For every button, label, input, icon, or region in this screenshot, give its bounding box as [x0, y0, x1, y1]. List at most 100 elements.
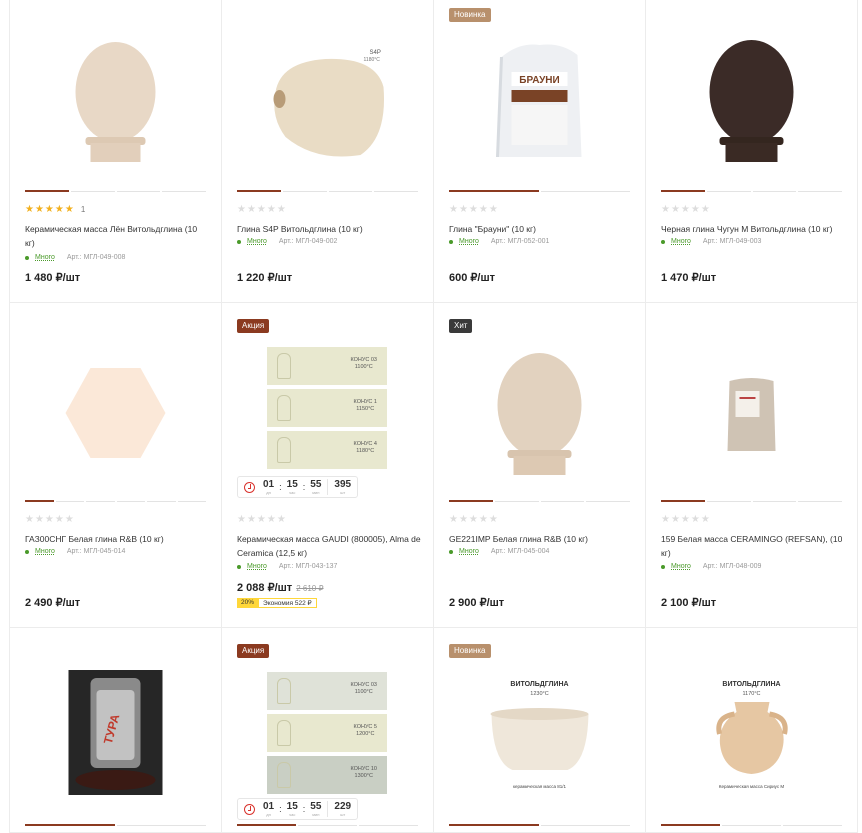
figurine-icon — [277, 678, 291, 704]
product-title[interactable]: GE221IMP Белая глина R&B (10 кг) — [449, 532, 633, 546]
product-image[interactable]: ВИТОЛЬДГЛИНА 1170°C Керамическая масса С… — [689, 672, 814, 797]
tile-label: КОНУС 03 1100°C — [350, 357, 377, 370]
hours-label: час — [289, 489, 296, 495]
image-pager[interactable] — [449, 500, 630, 502]
days-value: 01 — [263, 478, 275, 490]
rating-stars: ★★★★★ — [25, 514, 75, 525]
image-pager[interactable] — [25, 190, 206, 192]
product-title[interactable]: ГАЗ00СНГ Белая глина R&B (10 кг) — [25, 532, 209, 546]
image-pager[interactable] — [661, 500, 842, 502]
old-price: 2 610 ₽ — [296, 584, 324, 593]
stock-dot-icon — [237, 239, 241, 244]
image-pager[interactable] — [25, 500, 206, 502]
product-image[interactable]: БРАУНИ — [477, 37, 602, 162]
image-pager[interactable] — [449, 824, 630, 826]
stock-dot-icon — [449, 239, 453, 244]
stock-label: Много — [671, 238, 691, 245]
product-meta: Много Арт.: МГЛ-052-001 — [449, 238, 549, 245]
product-grid: ★★★★★ 1 Керамическая масса Лён Витольдгли… — [9, 0, 858, 833]
stock-status: Много — [237, 563, 267, 570]
image-pager[interactable] — [237, 824, 418, 826]
image-pager[interactable] — [237, 190, 418, 192]
stock-status: Много — [449, 548, 479, 555]
sale-badge: Акция — [237, 319, 270, 333]
product-meta: Много Арт.: МГЛ-048-009 — [661, 563, 761, 570]
product-card[interactable]: Акция КОНУС 03 1100°C КОНУС 1 1150°C КОН… — [222, 303, 434, 628]
product-title[interactable]: Керамическая масса GAUDI (800005), Alma … — [237, 532, 421, 560]
minutes-value: 55 — [310, 800, 322, 812]
product-image[interactable]: S4P 1180°C — [265, 37, 390, 162]
timer-divider — [327, 801, 329, 817]
image-pager[interactable] — [449, 190, 630, 192]
stock-label: Много — [247, 563, 267, 570]
product-card[interactable]: ★★★★★ 159 Белая масса CERAMINGO (REFSAN)… — [646, 303, 858, 628]
product-card[interactable]: Новинка БРАУНИ ★★★★★ Глина "Брауни" (10 … — [434, 0, 646, 303]
tile: КОНУС 03 1100°C — [267, 672, 387, 710]
quantity-label: шт — [340, 489, 346, 495]
product-card[interactable]: Хит ★★★★★ GE221IMP Белая глина R&B (10 к… — [434, 303, 646, 628]
jug-icon: ВИТОЛЬДГЛИНА 1170°C Керамическая масса С… — [715, 681, 788, 789]
minutes-label: мин — [312, 489, 320, 495]
days-value: 01 — [263, 800, 275, 812]
bag-white-icon: БРАУНИ — [496, 44, 582, 158]
product-card[interactable]: ★★★★★ ГАЗ00СНГ Белая глина R&B (10 кг) М… — [10, 303, 222, 628]
product-card[interactable]: Акция КОНУС 03 1100°C КОНУС 5 1200°C КОН… — [222, 628, 434, 833]
rating-stars: ★★★★★ — [237, 514, 287, 525]
stock-status: Много — [237, 238, 267, 245]
product-image[interactable] — [689, 350, 814, 475]
quantity-label: шт — [340, 811, 346, 817]
product-title[interactable]: Керамическая масса Лён Витольдглина (10 … — [25, 222, 209, 250]
product-title[interactable]: Глина S4P Витольдглина (10 кг) — [237, 222, 421, 236]
sku: Арт.: МГЛ-052-001 — [490, 238, 550, 245]
rating-stars: ★★★★★ — [237, 204, 287, 215]
product-card[interactable]: ТУРА — [10, 628, 222, 833]
image-pager[interactable] — [661, 824, 842, 826]
product-image[interactable]: КОНУС 03 1100°C КОНУС 1 1150°C КОНУС 4 1… — [267, 347, 387, 473]
timer-sep: : — [279, 482, 282, 492]
price: 1 220 ₽/шт — [237, 272, 293, 284]
countdown-timer: 01 дн : 15 час : 55 мин 229 шт — [237, 798, 359, 820]
product-meta: Много Арт.: МГЛ-045-014 — [25, 548, 125, 555]
stock-status: Много — [449, 238, 479, 245]
image-pager[interactable] — [661, 190, 842, 192]
product-meta: Много Арт.: МГЛ-043-137 — [237, 563, 337, 570]
hours-label: час — [289, 811, 296, 817]
sku: Арт.: МГЛ-045-004 — [490, 548, 550, 555]
product-image[interactable] — [477, 350, 602, 475]
price-value: 2 088 ₽/шт — [237, 582, 293, 594]
image-pager[interactable] — [25, 824, 206, 826]
stock-dot-icon — [449, 549, 453, 554]
product-card[interactable]: Новинка ВИТОЛЬДГЛИНА 1230°C керамическая… — [434, 628, 646, 833]
product-card[interactable]: S4P 1180°C ★★★★★ Глина S4P Витольдглина … — [222, 0, 434, 303]
sku: Арт.: МГЛ-045-014 — [66, 548, 126, 555]
product-image[interactable]: ВИТОЛЬДГЛИНА 1230°C керамическая масса 8… — [477, 672, 602, 797]
bowl-icon: ВИТОЛЬДГЛИНА 1230°C керамическая масса 8… — [490, 681, 588, 789]
product-image[interactable] — [53, 37, 178, 162]
figurine-icon — [277, 762, 291, 788]
product-card[interactable]: ★★★★★ Черная глина Чугун М Витольдглина … — [646, 0, 858, 303]
product-image[interactable] — [53, 350, 178, 475]
product-image[interactable]: КОНУС 03 1100°C КОНУС 5 1200°C КОНУС 10 … — [267, 672, 387, 798]
vase-beige-icon: S4P 1180°C — [273, 50, 384, 157]
product-title[interactable]: Глина "Брауни" (10 кг) — [449, 222, 633, 236]
temp-label: 1230°C — [530, 691, 548, 697]
stock-dot-icon — [661, 239, 665, 244]
product-image[interactable]: ТУРА — [53, 670, 178, 795]
price: 600 ₽/шт — [449, 272, 496, 284]
tile-label: КОНУС 10 1300°C — [350, 766, 377, 779]
hours-value: 15 — [286, 800, 298, 812]
product-card[interactable]: ★★★★★ 1 Керамическая масса Лён Витольдгли… — [10, 0, 222, 303]
countdown-timer: 01 дн : 15 час : 55 мин 395 шт — [237, 476, 359, 498]
temp-label: 1170°C — [742, 691, 760, 697]
vase-label: S4P — [369, 50, 380, 56]
product-meta: Много Арт.: МГЛ-049-003 — [661, 238, 761, 245]
price: 2 490 ₽/шт — [25, 597, 81, 609]
product-title[interactable]: Черная глина Чугун М Витольдглина (10 кг… — [661, 222, 845, 236]
product-card[interactable]: ВИТОЛЬДГЛИНА 1170°C Керамическая масса С… — [646, 628, 858, 833]
product-image[interactable] — [689, 37, 814, 162]
minutes-value: 55 — [310, 478, 322, 490]
tile-label: КОНУС 1 1150°C — [353, 399, 377, 412]
bag-label: БРАУНИ — [519, 75, 559, 86]
product-title[interactable]: 159 Белая масса CERAMINGO (REFSAN), (10 … — [661, 532, 845, 560]
timer-days: 01 дн — [263, 800, 275, 817]
